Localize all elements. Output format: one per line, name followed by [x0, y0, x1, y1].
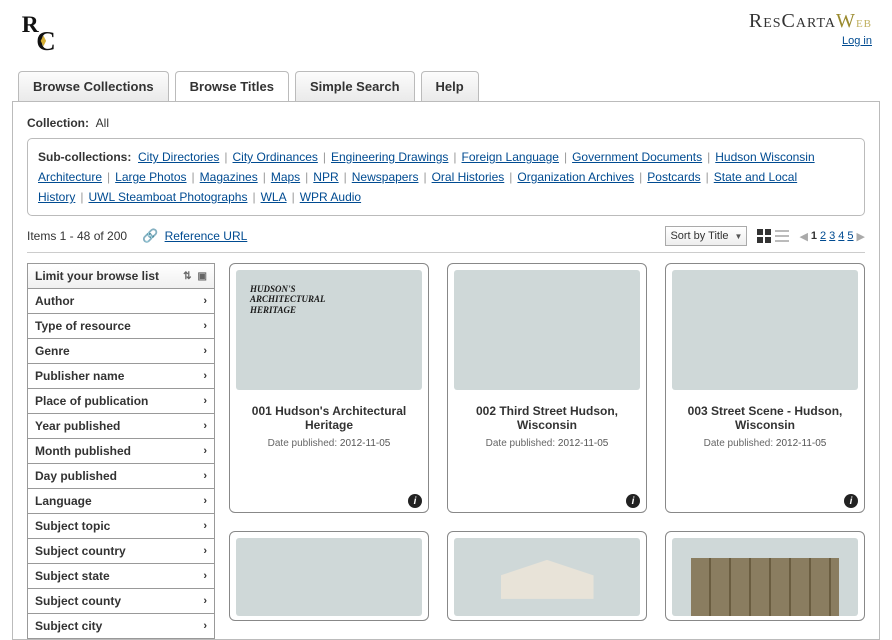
info-icon[interactable]: i [408, 494, 422, 508]
tab-simple-search[interactable]: Simple Search [295, 71, 415, 101]
thumbnail [672, 538, 858, 616]
tab-browse-collections[interactable]: Browse Collections [18, 71, 169, 101]
result-card[interactable] [229, 531, 429, 621]
page-5[interactable]: 5 [847, 230, 853, 242]
chevron-right-icon: › [203, 470, 207, 482]
result-card[interactable] [447, 531, 647, 621]
facet-item[interactable]: Place of publication› [28, 389, 214, 414]
thumbnail [454, 270, 640, 390]
subcollection-link[interactable]: Oral Histories [432, 170, 505, 184]
subcollection-link[interactable]: Maps [271, 170, 300, 184]
reference-url-link[interactable]: Reference URL [165, 229, 248, 243]
subcollection-link[interactable]: Government Documents [572, 150, 702, 164]
facet-item[interactable]: Genre› [28, 339, 214, 364]
subcollection-link[interactable]: Newspapers [352, 170, 419, 184]
thumbnail [236, 538, 422, 616]
chevron-right-icon: › [203, 595, 207, 607]
result-card[interactable] [665, 531, 865, 621]
chevron-right-icon: › [203, 545, 207, 557]
subcollection-link[interactable]: NPR [313, 170, 338, 184]
tab-help[interactable]: Help [421, 71, 479, 101]
brand-rescarta: ResCartaWeb [749, 10, 872, 33]
card-title: 002 Third Street Hudson, Wisconsin [458, 404, 636, 432]
chevron-right-icon: › [203, 345, 207, 357]
thumbnail [236, 270, 422, 390]
subcollection-link[interactable]: City Ordinances [233, 150, 318, 164]
subcollection-link[interactable]: Large Photos [115, 170, 186, 184]
chevron-right-icon: › [203, 395, 207, 407]
facet-item[interactable]: Day published› [28, 464, 214, 489]
facet-item[interactable]: Subject city› [28, 614, 214, 638]
page-3[interactable]: 3 [829, 230, 835, 242]
items-count: Items 1 - 48 of 200 [27, 229, 127, 243]
facet-item[interactable]: Subject topic› [28, 514, 214, 539]
subcollection-link[interactable]: WLA [261, 190, 287, 204]
chevron-right-icon: › [203, 445, 207, 457]
facet-item[interactable]: Type of resource› [28, 314, 214, 339]
page-prev-icon[interactable]: ◀ [799, 230, 807, 243]
page-next-icon[interactable]: ▶ [857, 230, 865, 243]
grid-view-icon[interactable] [757, 229, 771, 243]
facet-item[interactable]: Subject county› [28, 589, 214, 614]
subcollection-link[interactable]: Magazines [200, 170, 258, 184]
chevron-right-icon: › [203, 295, 207, 307]
result-card[interactable]: 002 Third Street Hudson, Wisconsin Date … [447, 263, 647, 513]
subcollection-link[interactable]: Organization Archives [517, 170, 634, 184]
login-link[interactable]: Log in [749, 35, 872, 47]
info-icon[interactable]: i [844, 494, 858, 508]
subcollections-box: Sub-collections: City Directories|City O… [27, 138, 865, 216]
facets-collapse-icon[interactable]: ▣ [198, 271, 207, 282]
collection-row: Collection: All [27, 116, 865, 130]
facet-item[interactable]: Subject state› [28, 564, 214, 589]
card-title: 001 Hudson's Architectural Heritage [240, 404, 418, 432]
pager: ◀ 1 2 3 4 5 ▶ [799, 230, 865, 243]
result-card[interactable]: 003 Street Scene - Hudson, Wisconsin Dat… [665, 263, 865, 513]
chevron-right-icon: › [203, 495, 207, 507]
subcollection-link[interactable]: Foreign Language [462, 150, 559, 164]
thumbnail [454, 538, 640, 616]
facet-item[interactable]: Subject country› [28, 539, 214, 564]
page-2[interactable]: 2 [820, 230, 826, 242]
sort-select[interactable]: Sort by Title▼ [665, 226, 747, 246]
link-icon: 🔗 [142, 228, 158, 244]
chevron-right-icon: › [203, 420, 207, 432]
thumbnail [672, 270, 858, 390]
subcollection-link[interactable]: UWL Steamboat Photographs [88, 190, 247, 204]
subcollection-link[interactable]: WPR Audio [300, 190, 361, 204]
subcollection-link[interactable]: Engineering Drawings [331, 150, 448, 164]
logo-rc[interactable]: R C [20, 10, 65, 63]
facet-item[interactable]: Month published› [28, 439, 214, 464]
facet-item[interactable]: Year published› [28, 414, 214, 439]
result-card[interactable]: 001 Hudson's Architectural Heritage Date… [229, 263, 429, 513]
facet-item[interactable]: Author› [28, 289, 214, 314]
subcollection-link[interactable]: City Directories [138, 150, 219, 164]
info-icon[interactable]: i [626, 494, 640, 508]
card-title: 003 Street Scene - Hudson, Wisconsin [676, 404, 854, 432]
facets-panel: Limit your browse list ⇅ ▣ Author›Type o… [27, 263, 215, 639]
chevron-right-icon: › [203, 520, 207, 532]
tab-browse-titles[interactable]: Browse Titles [175, 71, 289, 101]
page-1[interactable]: 1 [811, 230, 817, 242]
chevron-right-icon: › [203, 570, 207, 582]
results-grid: 001 Hudson's Architectural Heritage Date… [229, 263, 865, 621]
subcollection-link[interactable]: Postcards [647, 170, 700, 184]
chevron-right-icon: › [203, 320, 207, 332]
facets-sort-icon[interactable]: ⇅ [183, 271, 191, 282]
list-view-icon[interactable] [775, 229, 789, 243]
facets-header: Limit your browse list ⇅ ▣ [28, 264, 214, 289]
facet-item[interactable]: Language› [28, 489, 214, 514]
facet-item[interactable]: Publisher name› [28, 364, 214, 389]
page-4[interactable]: 4 [838, 230, 844, 242]
subcollections-label: Sub-collections: [38, 150, 131, 164]
chevron-right-icon: › [203, 370, 207, 382]
chevron-right-icon: › [203, 620, 207, 632]
